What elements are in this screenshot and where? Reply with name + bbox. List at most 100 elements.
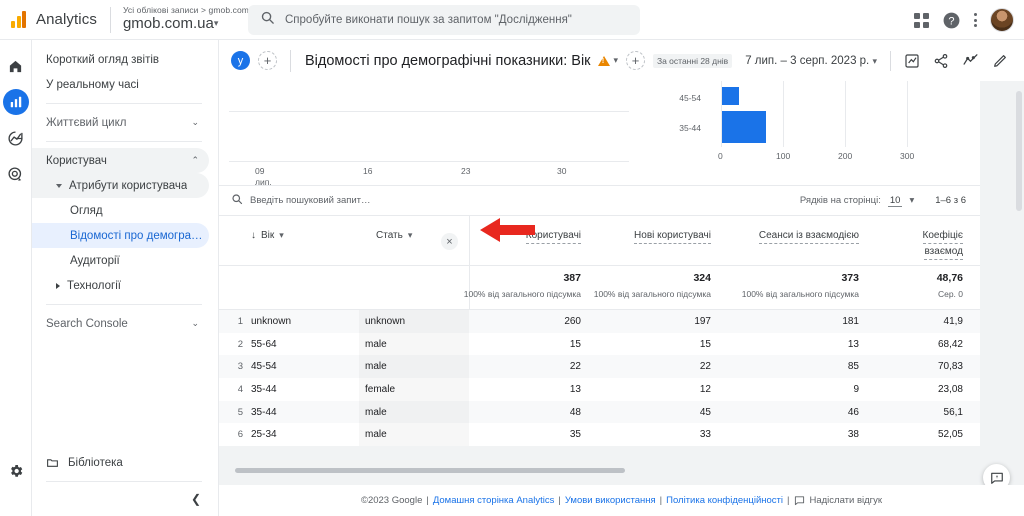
sidebar-item-overview[interactable]: Огляд: [32, 198, 209, 223]
footer-link-privacy[interactable]: Політика конфіденційності: [666, 495, 783, 506]
footer-feedback[interactable]: Надіслати відгук: [794, 495, 882, 506]
total-new-users: 324: [693, 272, 711, 284]
sidebar-item-user-attributes[interactable]: Атрибути користувача: [32, 173, 209, 198]
row-index: 6: [237, 429, 243, 441]
x-tick-label: 200: [838, 151, 853, 161]
bar-chart[interactable]: 45-54 35-44 0 100 200 300: [659, 81, 969, 185]
cell-users: 35: [569, 429, 581, 441]
cell-rate: 52,05: [937, 429, 963, 441]
sidebar-divider: [46, 103, 202, 104]
collapse-sidebar-button[interactable]: ❮: [32, 482, 218, 516]
edit-pencil-icon[interactable]: [992, 53, 1008, 69]
bar-35-44[interactable]: [721, 111, 766, 143]
divider: [290, 49, 291, 72]
table-search-input[interactable]: [250, 195, 570, 206]
more-vert-icon[interactable]: [974, 13, 977, 27]
horizontal-scrollbar[interactable]: [219, 466, 980, 475]
table-row[interactable]: 1 unknown unknown 260 197 181 41,9: [219, 310, 980, 333]
footer-link-terms[interactable]: Умови використання: [565, 495, 656, 506]
y-tick-label: 45-54: [679, 93, 701, 103]
sidebar-item-tech[interactable]: Технології: [32, 273, 209, 298]
arrow-down-icon: ↓: [251, 230, 256, 241]
rail-item-explore[interactable]: [3, 125, 29, 151]
sidebar-divider: [46, 141, 202, 142]
page-header-actions: За останні 28 днів 7 лип. – 3 серп. 2023…: [652, 50, 1024, 71]
warning-chip[interactable]: ▾: [597, 55, 619, 66]
cell-age: 35-44: [251, 384, 277, 396]
sidebar-item-library[interactable]: Бібліотека: [32, 450, 209, 475]
add-filter-button[interactable]: +: [626, 51, 646, 70]
rail-item-advertising[interactable]: [3, 161, 29, 187]
sidebar-item-realtime[interactable]: У реальному часі: [32, 72, 209, 97]
compare-icon[interactable]: [962, 52, 979, 69]
copyright: ©2023 Google: [360, 495, 423, 506]
add-comparison-badge-button[interactable]: +: [258, 51, 277, 70]
table-header: ↓ Вік ▾ Стать ▾ × Користувачі Нові корис…: [219, 216, 980, 266]
rows-per-page-value[interactable]: 10: [887, 195, 903, 207]
column-header-engagement-rate[interactable]: Коефіціє взаємод: [867, 230, 963, 260]
bar-45-54[interactable]: [721, 87, 739, 105]
table-row[interactable]: 3 45-54 male 22 22 85 70,83: [219, 355, 980, 379]
chevron-down-icon[interactable]: ▾: [279, 230, 284, 241]
cell-new-users: 45: [699, 406, 711, 418]
column-header-engaged-sessions[interactable]: Сеанси із взаємодією: [719, 230, 859, 244]
table-totals-row: 387 100% від загального підсумка 324 100…: [219, 266, 980, 310]
column-header-label: Коефіціє: [922, 230, 963, 244]
row-index: 3: [237, 361, 243, 373]
row-index: 4: [237, 384, 243, 396]
cell-users: 15: [569, 338, 581, 350]
table-row[interactable]: 4 35-44 female 13 12 9 23,08: [219, 378, 980, 401]
column-header-new-users[interactable]: Нові користувачі: [601, 230, 711, 244]
report-card: 09 лип. 16 23 30 45-54 35-44 0 100 200 3…: [219, 81, 980, 473]
global-search[interactable]: [248, 5, 640, 35]
line-chart[interactable]: 09 лип. 16 23 30: [229, 81, 629, 185]
search-input[interactable]: [285, 14, 640, 26]
rows-per-page-label: Рядків на сторінці:: [799, 195, 881, 206]
sidebar-item-demographics[interactable]: Відомості про демографічн…: [32, 223, 209, 248]
chevron-down-icon[interactable]: ▾: [909, 195, 914, 206]
sidebar-item-user[interactable]: Користувач ⌃: [32, 148, 209, 173]
divider: [109, 6, 111, 33]
table-row[interactable]: 6 25-34 male 35 33 38 52,05: [219, 423, 980, 447]
cell-sessions: 85: [847, 361, 859, 373]
cell-gender: unknown: [365, 316, 406, 327]
help-icon[interactable]: ?: [942, 11, 961, 30]
comparison-badge[interactable]: у: [231, 51, 250, 70]
separator: |: [426, 495, 429, 506]
rail-item-reports[interactable]: [2, 89, 29, 115]
x-tick-label: 30: [557, 166, 567, 176]
footer-link-home[interactable]: Домашня сторінка Analytics: [433, 495, 555, 506]
date-range-value[interactable]: 7 лип. – 3 серп. 2023 р. ▾: [745, 55, 877, 67]
total-rate: 48,76: [936, 272, 963, 284]
property-name: gmob.com.ua▾: [123, 16, 261, 33]
rows-per-page-control[interactable]: Рядків на сторінці: 10 ▾ 1–6 з 6: [800, 195, 980, 207]
share-icon[interactable]: [933, 53, 949, 69]
chevron-down-icon: ⌄: [191, 318, 199, 328]
feedback-bubble-icon: [990, 472, 1003, 484]
column-header-age[interactable]: ↓ Вік ▾: [251, 230, 284, 241]
apps-grid-icon[interactable]: [914, 12, 929, 28]
sidebar-item-audiences[interactable]: Аудиторії: [32, 248, 209, 273]
rail-item-admin[interactable]: [3, 458, 29, 484]
total-rate-sub: Сер. 0: [937, 289, 963, 299]
chevron-down-icon[interactable]: ▾: [408, 230, 413, 241]
sidebar-item-lifecycle[interactable]: Життєвий цикл ⌄: [32, 110, 209, 135]
total-sessions-sub: 100% від загального підсумка: [741, 289, 859, 299]
scrollbar-thumb[interactable]: [235, 468, 625, 473]
row-index: 2: [237, 338, 243, 350]
table-row[interactable]: 2 55-64 male 15 15 13 68,42: [219, 332, 980, 356]
sidebar-item-search-console[interactable]: Search Console ⌄: [32, 311, 209, 336]
chevron-down-icon: ▾: [613, 55, 619, 65]
insights-icon[interactable]: [904, 53, 920, 69]
sidebar-item-reports-snapshot[interactable]: Короткий огляд звітів: [32, 47, 209, 72]
feedback-icon: [794, 496, 804, 506]
rail-item-home[interactable]: [3, 53, 29, 79]
sidebar-item-label: Життєвий цикл: [46, 116, 127, 129]
sidebar-item-label: Search Console: [46, 317, 128, 330]
avatar[interactable]: [990, 8, 1014, 32]
remove-dimension-button[interactable]: ×: [441, 233, 458, 250]
account-selector[interactable]: Усі облікові записи > gmob.com.ua gmob.c…: [123, 5, 261, 33]
vertical-scrollbar[interactable]: [1016, 91, 1022, 211]
table-row[interactable]: 5 35-44 male 48 45 46 56,1: [219, 400, 980, 424]
column-header-gender[interactable]: Стать ▾: [376, 230, 412, 241]
